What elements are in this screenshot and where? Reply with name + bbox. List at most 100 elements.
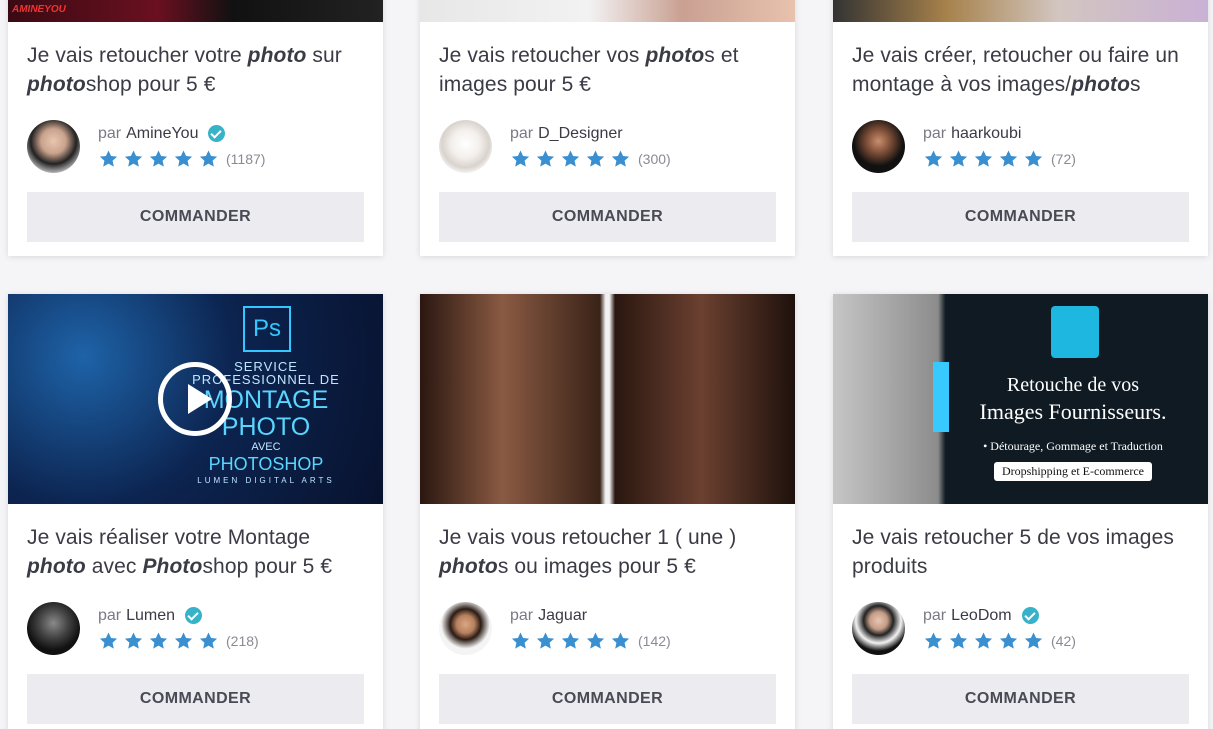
seller-name[interactable]: LeoDom xyxy=(951,607,1011,625)
review-count: (42) xyxy=(1051,632,1076,649)
star-icon xyxy=(174,632,193,649)
verified-icon xyxy=(1021,607,1039,624)
gig-card[interactable]: Je vais retoucher vos photos et images p… xyxy=(420,0,795,256)
star-icon xyxy=(149,150,168,167)
star-icon xyxy=(511,150,530,167)
seller-name[interactable]: haarkoubi xyxy=(951,125,1021,143)
order-button[interactable]: COMMANDER xyxy=(27,674,364,724)
star-icon xyxy=(536,150,555,167)
star-icon xyxy=(199,632,218,649)
gig-title[interactable]: Je vais retoucher vos photos et images p… xyxy=(439,41,776,99)
amineyou-logo: AMINEYOU xyxy=(12,4,66,15)
star-icon xyxy=(511,632,530,649)
order-button[interactable]: COMMANDER xyxy=(439,192,776,242)
star-icon xyxy=(924,150,943,167)
seller-name[interactable]: Jaguar xyxy=(538,607,587,625)
star-icon xyxy=(924,632,943,649)
verified-icon xyxy=(185,607,203,624)
star-icon xyxy=(561,150,580,167)
star-icon xyxy=(174,150,193,167)
order-button[interactable]: COMMANDER xyxy=(852,674,1189,724)
stars xyxy=(510,631,635,651)
star-icon xyxy=(536,632,555,649)
star-icon xyxy=(974,632,993,649)
seller-name[interactable]: D_Designer xyxy=(538,125,622,143)
avatar[interactable] xyxy=(27,119,80,173)
star-icon xyxy=(949,632,968,649)
gig-card[interactable]: Je vais créer, retoucher ou faire un mon… xyxy=(833,0,1208,256)
verified-icon xyxy=(208,125,226,142)
seller-block: par haarkoubi (72) xyxy=(852,119,1189,173)
avatar[interactable] xyxy=(439,119,492,173)
gig-card[interactable]: Je vais vous retoucher 1 ( une ) photos … xyxy=(420,294,795,729)
star-icon xyxy=(586,150,605,167)
gig-thumbnail[interactable] xyxy=(420,0,795,22)
star-icon xyxy=(974,150,993,167)
play-icon[interactable] xyxy=(158,362,232,436)
rating: (72) xyxy=(923,148,1076,170)
rating: (218) xyxy=(98,630,259,652)
gig-card[interactable]: Ps SERVICE PROFESSIONNEL DE MONTAGE PHOT… xyxy=(8,294,383,729)
seller-block: par AmineYou (1187) xyxy=(27,119,364,173)
review-count: (142) xyxy=(638,632,671,649)
order-button[interactable]: COMMANDER xyxy=(27,192,364,242)
star-icon xyxy=(99,150,118,167)
gig-thumbnail[interactable]: Ps SERVICE PROFESSIONNEL DE MONTAGE PHOT… xyxy=(8,294,383,504)
seller-block: par D_Designer (300) xyxy=(439,119,776,173)
by-label: par xyxy=(923,606,947,624)
star-icon xyxy=(949,150,968,167)
gig-thumbnail[interactable] xyxy=(420,294,795,504)
gig-title[interactable]: Je vais créer, retoucher ou faire un mon… xyxy=(852,41,1189,99)
order-button[interactable]: COMMANDER xyxy=(852,192,1189,242)
review-count: (218) xyxy=(226,632,259,649)
gig-thumbnail[interactable] xyxy=(833,0,1208,22)
star-icon xyxy=(199,150,218,167)
star-icon xyxy=(999,632,1018,649)
stars xyxy=(510,149,635,169)
order-button[interactable]: COMMANDER xyxy=(439,674,776,724)
gig-card[interactable]: Retouche de vos Images Fournisseurs. • D… xyxy=(833,294,1208,729)
gig-title[interactable]: Je vais retoucher votre photo sur photos… xyxy=(27,41,364,99)
avatar[interactable] xyxy=(439,601,492,655)
stars xyxy=(923,149,1048,169)
avatar[interactable] xyxy=(852,601,905,655)
gig-card[interactable]: AMINEYOU Je vais retoucher votre photo s… xyxy=(8,0,383,256)
by-label: par xyxy=(98,606,122,624)
by-label: par xyxy=(510,606,534,624)
gig-thumbnail[interactable]: AMINEYOU xyxy=(8,0,383,22)
by-label: par xyxy=(98,124,122,142)
star-icon xyxy=(1024,632,1043,649)
star-icon xyxy=(561,632,580,649)
review-count: (1187) xyxy=(226,150,266,167)
star-icon xyxy=(149,632,168,649)
avatar[interactable] xyxy=(27,601,80,655)
stars xyxy=(923,631,1048,651)
gig-thumbnail[interactable]: Retouche de vos Images Fournisseurs. • D… xyxy=(833,294,1208,504)
seller-block: par Jaguar (142) xyxy=(439,601,776,655)
star-icon xyxy=(124,150,143,167)
seller-block: par LeoDom (42) xyxy=(852,601,1189,655)
seller-name[interactable]: Lumen xyxy=(126,607,175,625)
seller-name[interactable]: AmineYou xyxy=(126,125,198,143)
star-icon xyxy=(1024,150,1043,167)
rating: (142) xyxy=(510,630,671,652)
photoshop-badge: Ps xyxy=(243,306,291,352)
gig-title[interactable]: Je vais vous retoucher 1 ( une ) photos … xyxy=(439,523,776,581)
gig-title[interactable]: Je vais retoucher 5 de vos images produi… xyxy=(852,523,1189,581)
avatar[interactable] xyxy=(852,119,905,173)
star-icon xyxy=(611,150,630,167)
review-count: (300) xyxy=(638,150,671,167)
stars xyxy=(98,149,223,169)
rating: (1187) xyxy=(98,148,265,170)
by-label: par xyxy=(510,124,534,142)
shopify-icon xyxy=(1051,306,1099,358)
star-icon xyxy=(611,632,630,649)
gig-title[interactable]: Je vais réaliser votre Montage photo ave… xyxy=(27,523,364,581)
seller-block: par Lumen (218) xyxy=(27,601,364,655)
stars xyxy=(98,631,223,651)
review-count: (72) xyxy=(1051,150,1076,167)
star-icon xyxy=(124,632,143,649)
star-icon xyxy=(999,150,1018,167)
rating: (300) xyxy=(510,148,671,170)
thumbnail-text: Retouche de vos Images Fournisseurs. • D… xyxy=(943,374,1203,481)
